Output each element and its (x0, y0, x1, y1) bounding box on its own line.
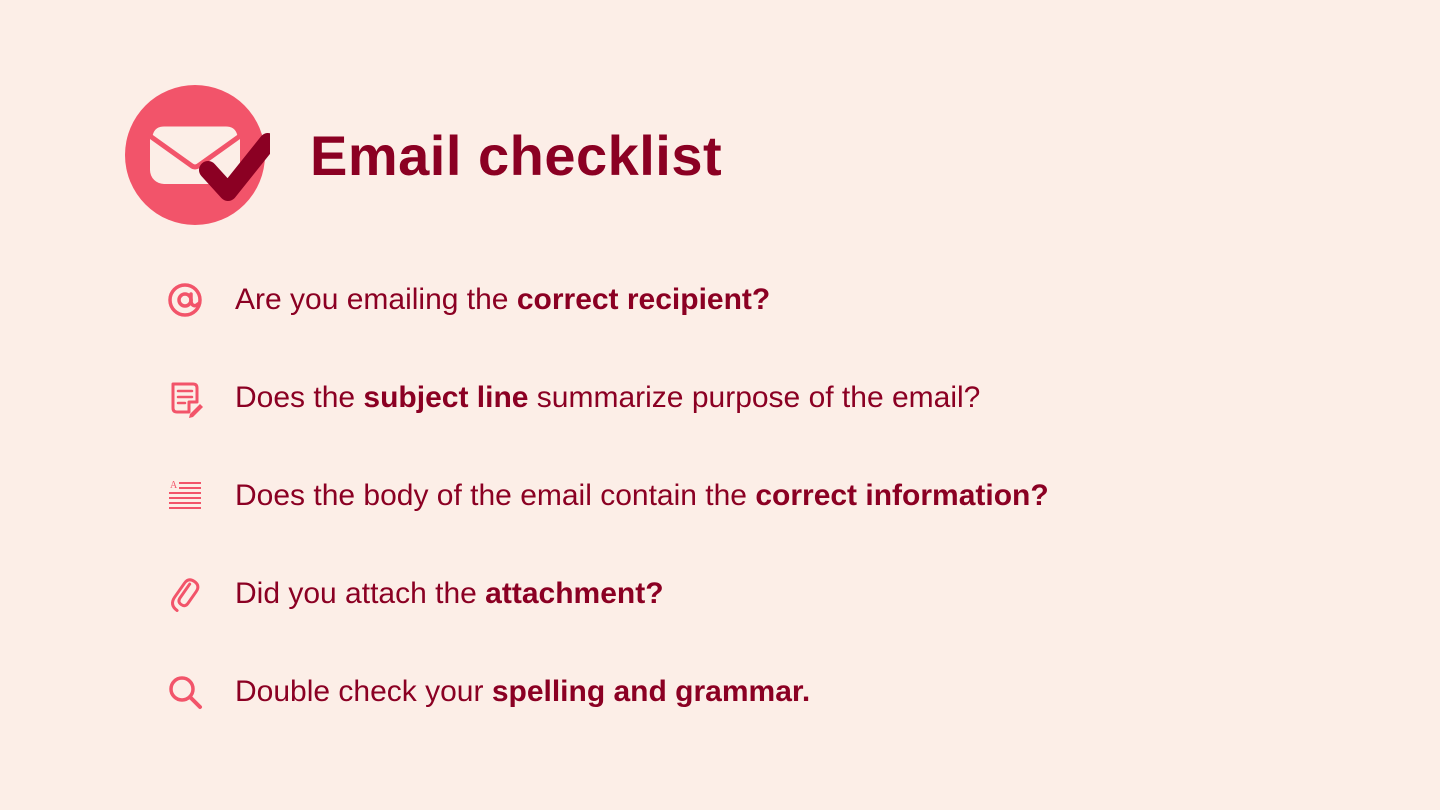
page-title: Email checklist (310, 123, 722, 188)
svg-text:A: A (170, 480, 178, 491)
checklist-item: Double check your spelling and grammar. (165, 672, 1049, 712)
at-icon (165, 280, 205, 320)
checklist-item: Did you attach the attachment? (165, 574, 1049, 614)
text-lines-icon: A (165, 476, 205, 516)
checklist-item: A Does the body of the email contain the… (165, 476, 1049, 516)
checklist-item-text: Did you attach the attachment? (235, 577, 664, 611)
checklist-item: Does the subject line summarize purpose … (165, 378, 1049, 418)
email-check-icon (120, 80, 270, 230)
checklist-item-text: Double check your spelling and grammar. (235, 675, 810, 709)
checklist-item-text: Are you emailing the correct recipient? (235, 283, 770, 317)
magnifier-icon (165, 672, 205, 712)
checklist-item: Are you emailing the correct recipient? (165, 280, 1049, 320)
checklist-item-text: Does the body of the email contain the c… (235, 479, 1049, 513)
checklist: Are you emailing the correct recipient? … (165, 280, 1049, 712)
header: Email checklist (120, 80, 722, 230)
note-edit-icon (165, 378, 205, 418)
paperclip-icon (165, 574, 205, 614)
checklist-item-text: Does the subject line summarize purpose … (235, 381, 980, 415)
